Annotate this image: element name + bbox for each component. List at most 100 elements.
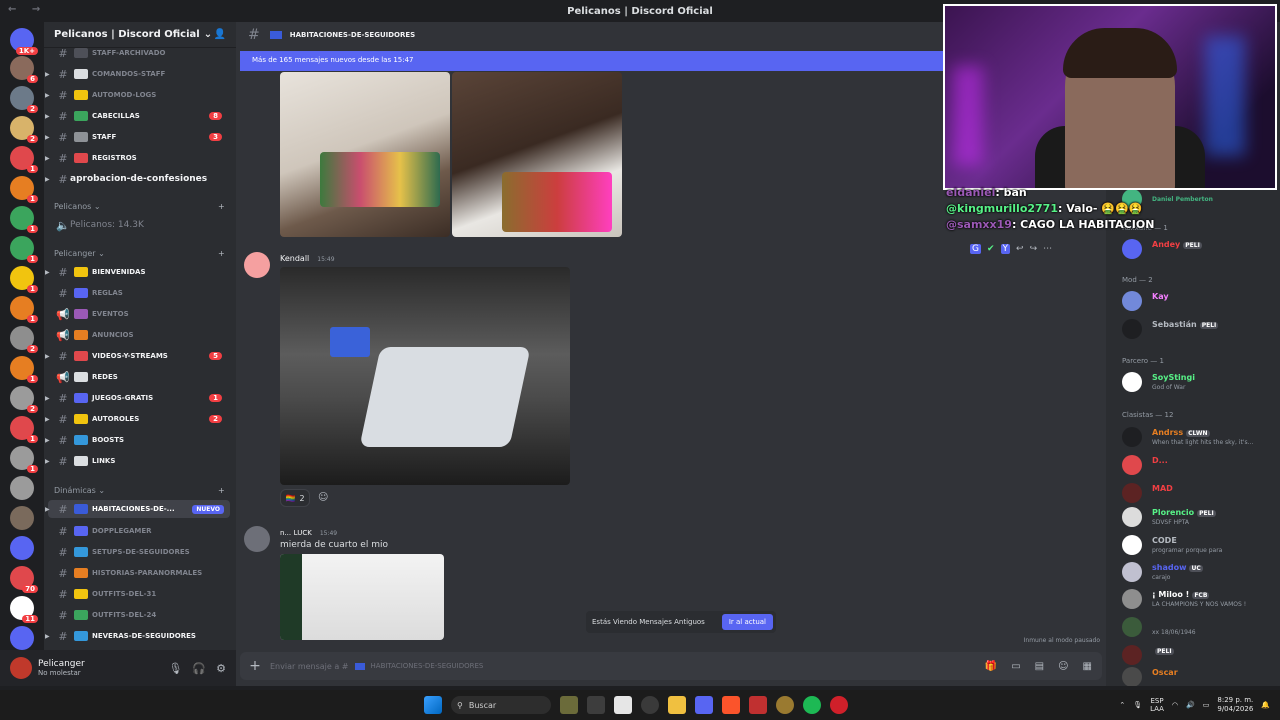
- wifi-icon[interactable]: ◠: [1172, 701, 1178, 709]
- channel-item-selected[interactable]: ▶ # habitaciones-de-... NUEVO: [45, 500, 230, 518]
- server-icon[interactable]: 1: [10, 446, 38, 473]
- avatar[interactable]: [10, 657, 32, 679]
- brave-icon[interactable]: [722, 696, 740, 714]
- channel-item[interactable]: ▶ # videos-y-streams 5: [45, 347, 230, 365]
- member-item[interactable]: Kay: [1122, 288, 1278, 314]
- reaction-chip[interactable]: 🏳️‍🌈 2: [280, 489, 310, 507]
- add-channel-icon[interactable]: +: [218, 202, 225, 211]
- avatar[interactable]: [244, 252, 270, 278]
- server-icon[interactable]: [10, 476, 34, 500]
- jump-to-present-button[interactable]: Ir al actual: [721, 614, 773, 630]
- windows-start-icon[interactable]: [424, 696, 442, 714]
- channel-item[interactable]: ▶ # neveras-de-seguidores: [45, 627, 230, 645]
- avatar[interactable]: [244, 526, 270, 552]
- server-icon[interactable]: 1: [10, 356, 38, 383]
- server-icon[interactable]: [10, 536, 34, 560]
- channel-item[interactable]: # reglas: [48, 284, 230, 302]
- member-item[interactable]: xx 18/06/1946: [1122, 614, 1278, 640]
- member-item[interactable]: Plorencio PELI SDVSF HPTA: [1122, 504, 1278, 530]
- add-channel-icon[interactable]: +: [218, 486, 225, 495]
- check-icon[interactable]: ✔: [987, 244, 995, 254]
- spotify-icon[interactable]: [803, 696, 821, 714]
- app-icon[interactable]: [776, 696, 794, 714]
- channel-item[interactable]: # outfits-del-24: [48, 606, 230, 624]
- message-author[interactable]: Kendall 15:49: [280, 254, 335, 263]
- member-item[interactable]: Andey PELI: [1122, 236, 1278, 262]
- category-pelicanger[interactable]: Pelicanger ⌄ +: [54, 249, 225, 258]
- headphones-icon[interactable]: 🎧: [192, 662, 206, 675]
- channel-item[interactable]: # historias-paranormales: [48, 564, 230, 582]
- channel-item[interactable]: ▶ # links: [45, 452, 230, 470]
- channel-item[interactable]: ▶ # autoroles 2: [45, 410, 230, 428]
- message-author[interactable]: n... LUCK 15:49: [280, 528, 337, 537]
- server-icon[interactable]: 1: [10, 236, 38, 263]
- server-icon[interactable]: 2: [10, 86, 38, 113]
- message-image[interactable]: [280, 267, 570, 485]
- reply-icon[interactable]: ↩: [1016, 244, 1024, 254]
- server-icon[interactable]: 1: [10, 176, 38, 203]
- member-item[interactable]: SoyStingi God of War: [1122, 369, 1278, 395]
- server-icon[interactable]: 1: [10, 206, 38, 233]
- microphone-icon[interactable]: 🎙: [1133, 701, 1142, 709]
- channel-item[interactable]: ▶ # automod-logs: [45, 86, 230, 104]
- folder-icon[interactable]: [668, 696, 686, 714]
- member-item[interactable]: ¡ Miloo ! FCB LA CHAMPIONS Y NOS VAMOS !: [1122, 586, 1278, 612]
- server-icon[interactable]: 2: [10, 116, 38, 143]
- member-item[interactable]: CODE programar porque para: [1122, 532, 1278, 558]
- message-image[interactable]: [280, 554, 444, 640]
- channel-item[interactable]: ▶ # bienvenidas: [45, 263, 230, 281]
- server-icon[interactable]: 1: [10, 416, 38, 443]
- member-item[interactable]: Sebastián PELI: [1122, 316, 1278, 342]
- media-icon[interactable]: [749, 696, 767, 714]
- server-icon[interactable]: [10, 506, 34, 530]
- channel-item[interactable]: # setups-de-seguidores: [48, 543, 230, 561]
- more-icon[interactable]: ⋯: [1043, 244, 1052, 254]
- taskbar-search[interactable]: ⚲ Buscar: [451, 696, 551, 714]
- discord-icon[interactable]: [695, 696, 713, 714]
- member-item[interactable]: shadow UC carajo: [1122, 559, 1278, 585]
- member-item[interactable]: Oscar: [1122, 664, 1278, 686]
- widget-icon[interactable]: [560, 696, 578, 714]
- app-icon[interactable]: [830, 696, 848, 714]
- chevron-up-icon[interactable]: ⌃: [1119, 701, 1125, 709]
- gear-icon[interactable]: ⚙: [216, 662, 226, 675]
- channel-item[interactable]: ▶ # registros: [45, 149, 230, 167]
- add-reaction-icon[interactable]: ☺: [318, 492, 328, 503]
- speaker-icon[interactable]: 🔊: [1186, 701, 1195, 709]
- home-server-icon[interactable]: 1K+: [10, 28, 38, 55]
- server-icon[interactable]: 2: [10, 386, 38, 413]
- apps-icon[interactable]: ▦: [1083, 661, 1092, 672]
- member-item[interactable]: Andrss CLWN When that light hits the sky, …: [1122, 424, 1278, 450]
- message-composer[interactable]: + Enviar mensaje a # HABITACIONES-DE-SEG…: [240, 652, 1102, 680]
- notepad-icon[interactable]: [614, 696, 632, 714]
- category-dinamicas[interactable]: Dinámicas ⌄ +: [54, 486, 225, 495]
- voice-channel-item[interactable]: 🔈 Pelicanos: 14.3K: [48, 216, 230, 234]
- channel-item[interactable]: 📢 anuncios: [48, 326, 230, 344]
- channel-item[interactable]: # dopplegamer: [48, 522, 230, 540]
- y-icon[interactable]: Y: [1000, 244, 1011, 254]
- channel-item[interactable]: # outfits-del-31: [48, 585, 230, 603]
- channel-item[interactable]: # staff-archivado: [48, 44, 230, 62]
- add-user-icon[interactable]: 👤: [214, 29, 226, 40]
- server-icon[interactable]: 2: [10, 326, 38, 353]
- battery-icon[interactable]: ▭: [1203, 701, 1210, 709]
- channel-item[interactable]: ▶ # cabecillas 8: [45, 107, 230, 125]
- server-icon[interactable]: 6: [10, 56, 38, 83]
- channel-item[interactable]: ▶ # aprobacion-de-confesiones: [45, 170, 230, 188]
- clock[interactable]: 8:29 p. m. 9/04/2026: [1217, 696, 1253, 714]
- message-image[interactable]: [452, 72, 622, 237]
- server-icon[interactable]: 11: [10, 596, 38, 623]
- microphone-icon[interactable]: 🎙: [168, 662, 182, 675]
- language-indicator[interactable]: ESP LAA: [1150, 697, 1164, 713]
- forward-icon[interactable]: ↪: [1030, 244, 1038, 254]
- channel-item[interactable]: 📢 eventos: [48, 305, 230, 323]
- member-item[interactable]: MAD: [1122, 480, 1278, 506]
- add-channel-icon[interactable]: +: [218, 249, 225, 258]
- task-view-icon[interactable]: [587, 696, 605, 714]
- category-pelicanos[interactable]: Pelicanos ⌄ +: [54, 202, 225, 211]
- plus-icon[interactable]: +: [240, 658, 270, 674]
- g-icon[interactable]: G: [970, 244, 981, 254]
- member-item[interactable]: D...: [1122, 452, 1278, 478]
- channel-item[interactable]: 📢 redes: [48, 368, 230, 386]
- channel-item[interactable]: ▶ # staff 3: [45, 128, 230, 146]
